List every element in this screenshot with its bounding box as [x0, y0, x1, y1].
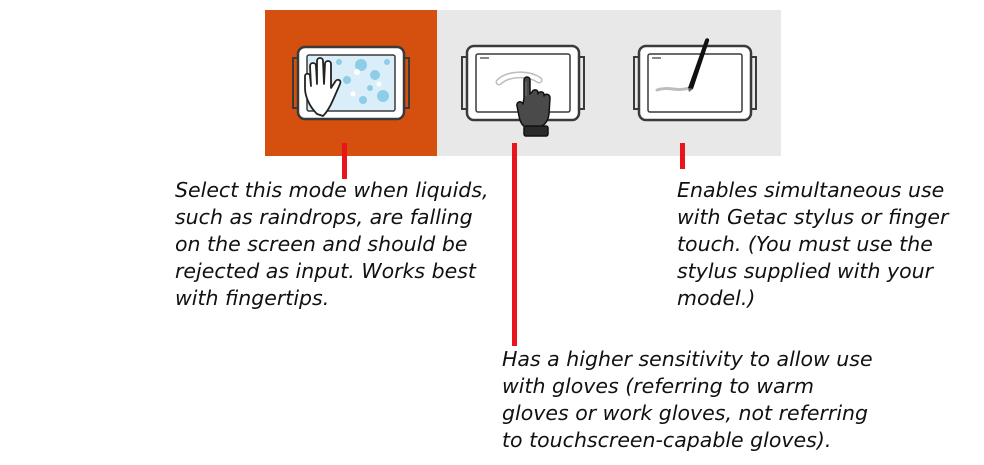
callout-connector-pen	[680, 143, 685, 169]
description-line: with fingertips.	[175, 286, 330, 310]
description-line: to touchscreen-capable gloves).	[502, 428, 832, 452]
description-line: such as raindrops, are falling	[175, 205, 473, 229]
description-line: gloves or work gloves, not referring	[502, 401, 869, 425]
description-line: with Getac stylus or finger	[677, 205, 949, 229]
water-mode-description: Select this mode when liquids, such as r…	[175, 177, 489, 312]
description-line: rejected as input. Works best	[175, 259, 476, 283]
touch-mode-water-tile[interactable]	[265, 10, 437, 156]
callout-connector-glove	[512, 143, 517, 346]
tablet-glove-hand-icon	[461, 44, 585, 137]
description-line: touch. (You must use the	[677, 232, 933, 256]
pen-mode-description: Enables simultaneous use with Getac styl…	[677, 177, 948, 312]
tablet-wet-hand-icon	[292, 45, 410, 121]
tablet-stylus-icon	[633, 38, 757, 122]
description-line: model.)	[677, 286, 756, 310]
touch-mode-glove-tile[interactable]	[437, 10, 609, 156]
description-line: Select this mode when liquids,	[175, 178, 489, 202]
description-line: stylus supplied with your	[677, 259, 934, 283]
glove-mode-description: Has a higher sensitivity to allow use wi…	[502, 346, 873, 454]
description-line: Has a higher sensitivity to allow use	[502, 347, 873, 371]
description-line: Enables simultaneous use	[677, 178, 945, 202]
description-line: with gloves (referring to warm	[502, 374, 814, 398]
description-line: on the screen and should be	[175, 232, 468, 256]
touch-mode-pen-tile[interactable]	[609, 10, 781, 156]
callout-connector-water	[342, 143, 347, 179]
